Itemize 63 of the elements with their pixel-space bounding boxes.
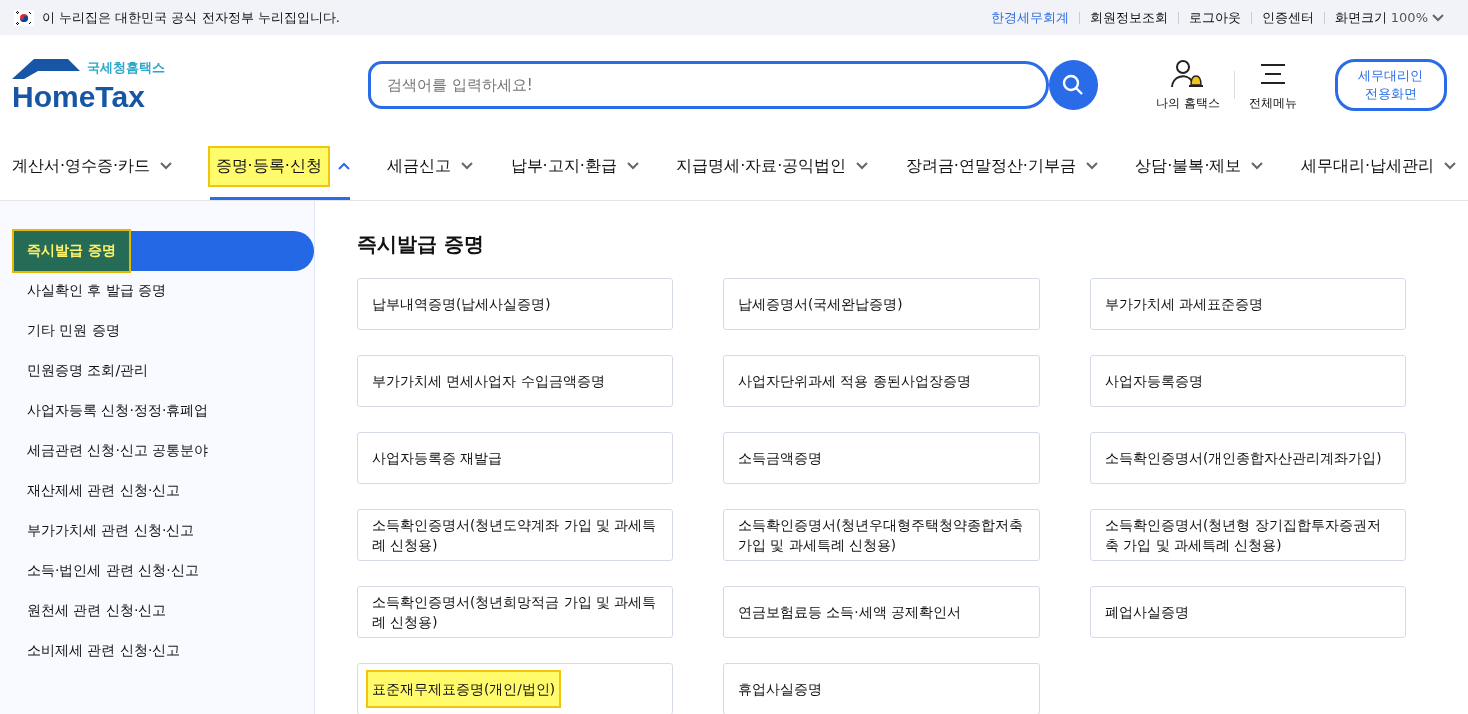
certificate-card[interactable]: 소득확인증명서(청년우대형주택청약종합저축 가입 및 과세특례 신청용) bbox=[723, 509, 1040, 561]
certificate-card[interactable]: 소득확인증명서(청년도약계좌 가입 및 과세특례 신청용) bbox=[357, 509, 673, 561]
search-button[interactable] bbox=[1048, 60, 1098, 110]
certificate-card[interactable]: 연금보험료등 소득·세액 공제확인서 bbox=[723, 586, 1040, 638]
logo-title: HomeTax bbox=[12, 83, 145, 111]
sidebar-item[interactable]: 사실확인 후 발급 증명 bbox=[14, 271, 314, 311]
zoom-control[interactable]: 화면크기 100% bbox=[1323, 11, 1454, 24]
certificate-card[interactable]: 부가가치세 과세표준증명 bbox=[1090, 278, 1406, 330]
sidebar-item[interactable]: 세금관련 신청·신고 공통분야 bbox=[14, 431, 314, 471]
logo-subtitle: 국세청홈택스 bbox=[87, 59, 166, 77]
caret-down-icon bbox=[1432, 13, 1444, 22]
sidebar-item[interactable]: 부가가치세 관련 신청·신고 bbox=[14, 511, 314, 551]
nav-tab[interactable]: 증명·등록·신청 bbox=[209, 135, 350, 200]
nav-tab[interactable]: 장려금·연말정산·기부금 bbox=[905, 135, 1098, 200]
certificate-card[interactable]: 사업자단위과세 적용 종된사업장증명 bbox=[723, 355, 1040, 407]
utility-link[interactable]: 한경세무회계 bbox=[980, 11, 1079, 24]
caret-down-icon bbox=[1085, 162, 1098, 170]
caret-down-icon bbox=[461, 162, 474, 170]
section-title: 즉시발급 증명 bbox=[357, 231, 485, 258]
certificate-card[interactable]: 납세증명서(국세완납증명) bbox=[723, 278, 1040, 330]
search-icon bbox=[1062, 74, 1085, 96]
nav-tab[interactable]: 지급명세·자료·공익법인 bbox=[676, 135, 869, 200]
sidebar-item[interactable]: 원천세 관련 신청·신고 bbox=[14, 591, 314, 631]
certificate-card[interactable]: 소득금액증명 bbox=[723, 432, 1040, 484]
nav-tab[interactable]: 계산서·영수증·카드 bbox=[12, 135, 173, 200]
sidebar-item[interactable]: 재산제세 관련 신청·신고 bbox=[14, 471, 314, 511]
caret-down-icon bbox=[626, 162, 639, 170]
gov-banner-text: 이 누리집은 대한민국 공식 전자정부 누리집입니다. bbox=[42, 8, 340, 27]
utility-link[interactable]: 인증센터 bbox=[1250, 11, 1324, 24]
utility-link[interactable]: 회원정보조회 bbox=[1078, 11, 1178, 24]
sidebar-item[interactable]: 소득·법인세 관련 신청·신고 bbox=[14, 551, 314, 591]
caret-down-icon bbox=[160, 162, 173, 170]
certificate-card[interactable]: 부가가치세 면세사업자 수입금액증명 bbox=[357, 355, 673, 407]
certificate-card[interactable]: 사업자등록증명 bbox=[1090, 355, 1406, 407]
tax-agent-button[interactable]: 세무대리인 전용화면 bbox=[1334, 59, 1447, 111]
sidebar-item[interactable]: 소비제세 관련 신청·신고 bbox=[14, 631, 314, 671]
sidebar-item[interactable]: 사업자등록 신청·정정·휴폐업 bbox=[14, 391, 314, 431]
caret-down-icon bbox=[1443, 162, 1456, 170]
certificate-card[interactable]: 사업자등록증 재발급 bbox=[357, 432, 673, 484]
certificate-card[interactable]: 소득확인증명서(개인종합자산관리계좌가입) bbox=[1090, 432, 1406, 484]
caret-down-icon bbox=[856, 162, 869, 170]
my-hometax-button[interactable]: 나의 홈택스 bbox=[1142, 58, 1234, 112]
caret-up-icon bbox=[337, 162, 350, 170]
certificate-card[interactable]: 폐업사실증명 bbox=[1090, 586, 1406, 638]
certificate-card[interactable]: 소득확인증명서(청년희망적금 가입 및 과세특례 신청용) bbox=[357, 586, 673, 638]
nav-tab[interactable]: 상담·불복·제보 bbox=[1135, 135, 1264, 200]
caret-down-icon bbox=[1251, 162, 1264, 170]
search-field[interactable]: 검색어를 입력하세요! bbox=[368, 61, 1049, 109]
nav-tab[interactable]: 세금신고 bbox=[387, 135, 474, 200]
certificate-card[interactable]: 표준재무제표증명(개인/법인) bbox=[357, 663, 673, 714]
sidebar-item[interactable]: 즉시발급 증명 bbox=[14, 231, 314, 271]
nav-tab[interactable]: 납부·고지·환급 bbox=[510, 135, 639, 200]
certificate-card[interactable]: 휴업사실증명 bbox=[723, 663, 1040, 714]
roof-icon bbox=[12, 57, 82, 79]
flag-icon bbox=[14, 9, 34, 26]
utility-link[interactable]: 로그아웃 bbox=[1177, 11, 1251, 24]
sidebar-item[interactable]: 민원증명 조회/관리 bbox=[14, 351, 314, 391]
certificate-card[interactable]: 소득확인증명서(청년형 장기집합투자증권저축 가입 및 과세특례 신청용) bbox=[1090, 509, 1406, 561]
nav-tab[interactable]: 세무대리·납세관리 bbox=[1300, 135, 1456, 200]
person-bell-icon bbox=[1170, 58, 1205, 89]
certificate-card[interactable]: 납부내역증명(납세사실증명) bbox=[357, 278, 673, 330]
sidebar-item[interactable]: 기타 민원 증명 bbox=[14, 311, 314, 351]
all-menu-button[interactable]: 전체메뉴 bbox=[1234, 58, 1311, 112]
